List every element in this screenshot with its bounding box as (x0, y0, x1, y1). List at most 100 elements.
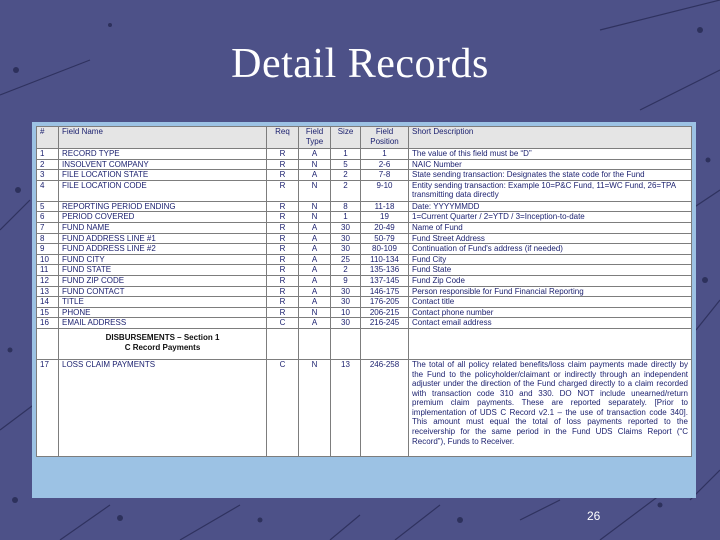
cell-field-type: N (298, 200, 331, 213)
header-num: # (36, 126, 59, 149)
cell-num: 2 (36, 158, 59, 171)
cell-req: R (266, 296, 299, 308)
cell-field-name: FUND CITY (58, 253, 267, 266)
cell-field-name: REPORTING PERIOD ENDING (58, 200, 267, 213)
cell-short-description: 1=Current Quarter / 2=YTD / 3=Inception-… (408, 211, 692, 223)
table-row: 1 RECORD TYPE R A 1 1 The value of this field … (36, 148, 692, 160)
cell-short-description: Contact email address (408, 317, 692, 329)
cell-req: R (266, 158, 299, 171)
cell-size: 30 (330, 285, 361, 298)
page-number: 26 (587, 509, 601, 523)
cell-size: 25 (330, 253, 361, 266)
cell-field-name: FUND ZIP CODE (58, 274, 267, 287)
cell-num: 9 (36, 243, 59, 255)
header-field-position: Field Position (360, 126, 409, 149)
cell-field-name: RECORD TYPE (58, 148, 267, 160)
cell-size: 30 (330, 296, 361, 308)
cell-size: 13 (330, 358, 361, 457)
cell-field-position: 137-145 (360, 274, 409, 287)
cell-field-name: FUND ADDRESS LINE #2 (58, 243, 267, 255)
cell-req: R (266, 253, 299, 266)
cell-field-type: A (298, 317, 331, 329)
cell-field-position: 50-79 (360, 232, 409, 245)
cell-num: 1 (36, 148, 59, 160)
cell-field-position: 216-245 (360, 317, 409, 329)
cell-size: 2 (330, 169, 361, 181)
table-row: 14 TITLE R A 30 176-205 Contact title (36, 296, 692, 308)
table-row: 13 FUND CONTACT R A 30 146-175 Person responsi… (36, 285, 692, 298)
cell-field-name: FUND NAME (58, 221, 267, 234)
cell-short-description: Contact title (408, 296, 692, 308)
table-row: 15 PHONE R N 10 206-215 Contact phone number (36, 306, 692, 319)
cell-num: 12 (36, 274, 59, 287)
cell-short-description: Fund Zip Code (408, 274, 692, 287)
cell-field-position: 146-175 (360, 285, 409, 298)
cell-field-position: 2-6 (360, 158, 409, 171)
cell-req: R (266, 243, 299, 255)
cell-field-type: A (298, 148, 331, 160)
cell-field-name: FUND CONTACT (58, 285, 267, 298)
cell-num: 8 (36, 232, 59, 245)
cell-field-type: A (298, 274, 331, 287)
cell-req: R (266, 211, 299, 223)
cell-size: 1 (330, 148, 361, 160)
cell-req: R (266, 285, 299, 298)
cell-field-position: 110-134 (360, 253, 409, 266)
cell-short-description: Fund Street Address (408, 232, 692, 245)
cell-req: R (266, 148, 299, 160)
cell-num: 14 (36, 296, 59, 308)
cell-field-type: A (298, 296, 331, 308)
cell-field-type: A (298, 285, 331, 298)
header-req: Req (266, 126, 299, 149)
table-row: 17 LOSS CLAIM PAYMENTS C N 13 246-258 Th… (36, 358, 692, 457)
cell-size: 1 (330, 211, 361, 223)
cell-short-description: Contact phone number (408, 306, 692, 319)
cell-field-position: 80-109 (360, 243, 409, 255)
cell-field-name: LOSS CLAIM PAYMENTS (58, 358, 267, 457)
cell-field-type: N (298, 211, 331, 223)
header-short-description: Short Description (408, 126, 692, 149)
cell-num: 6 (36, 211, 59, 223)
cell-field-name: INSOLVENT COMPANY (58, 158, 267, 171)
cell-num: 13 (36, 285, 59, 298)
section-title-line2: C Record Payments (124, 342, 201, 352)
detail-records-table: # Field Name Req Field Type Size Field P… (36, 126, 692, 457)
cell-field-position: 19 (360, 211, 409, 223)
cell-field-position: 20-49 (360, 221, 409, 234)
cell-short-description: Name of Fund (408, 221, 692, 234)
cell-field-type: A (298, 253, 331, 266)
table-row: 9 FUND ADDRESS LINE #2 R A 30 80-109 Continuat… (36, 243, 692, 255)
cell-field-name: FILE LOCATION STATE (58, 169, 267, 181)
cell-num: 3 (36, 169, 59, 181)
cell-size: 30 (330, 243, 361, 255)
table-row: 12 FUND ZIP CODE R A 9 137-145 Fund Zip Code (36, 274, 692, 287)
cell-field-name: FUND ADDRESS LINE #1 (58, 232, 267, 245)
cell-field-type: A (298, 264, 331, 276)
cell-num: 5 (36, 200, 59, 213)
cell-short-description: The value of this field must be “D” (408, 148, 692, 160)
cell-req: R (266, 232, 299, 245)
table-row: 4 FILE LOCATION CODE R N 2 9-10 Entity sending… (36, 179, 692, 202)
cell-field-position: 176-205 (360, 296, 409, 308)
cell-req: R (266, 169, 299, 181)
slide-title: Detail Records (231, 41, 489, 87)
cell-num: 10 (36, 253, 59, 266)
cell-size: 10 (330, 306, 361, 319)
cell-field-type: A (298, 221, 331, 234)
cell-short-description: Date: YYYYMMDD (408, 200, 692, 213)
table-row: 7 FUND NAME R A 30 20-49 Name of Fund (36, 221, 692, 234)
cell-short-description: The total of all policy related benefits… (408, 358, 692, 457)
section-title: DISBURSEMENTS – Section 1 C Record Payme… (58, 327, 267, 360)
cell-req: R (266, 274, 299, 287)
cell-req: R (266, 179, 299, 202)
cell-size: 8 (330, 200, 361, 213)
header-field-type: Field Type (298, 126, 331, 149)
table-row: 6 PERIOD COVERED R N 1 19 1=Current Quarter / … (36, 211, 692, 223)
cell-short-description: Fund City (408, 253, 692, 266)
cell-field-type: A (298, 243, 331, 255)
table-header-row: # Field Name Req Field Type Size Field P… (36, 126, 692, 149)
header-size: Size (330, 126, 361, 149)
cell-field-name: FUND STATE (58, 264, 267, 276)
cell-num: 16 (36, 317, 59, 329)
detail-records-table-frame: # Field Name Req Field Type Size Field P… (32, 122, 696, 498)
